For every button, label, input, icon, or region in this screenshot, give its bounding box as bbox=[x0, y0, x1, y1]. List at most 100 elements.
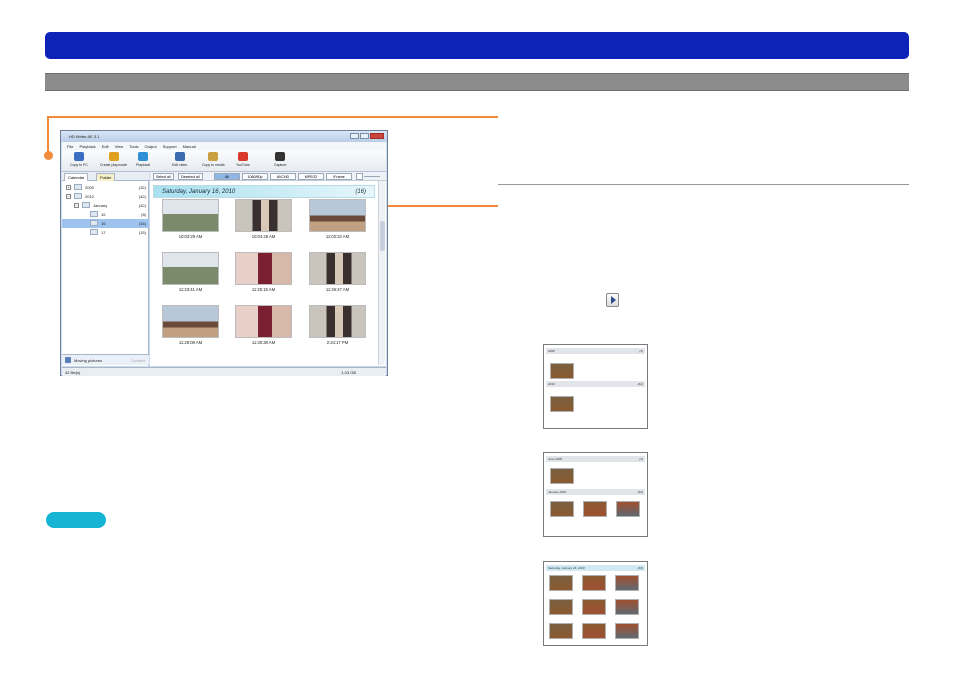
scrollbar[interactable] bbox=[378, 181, 385, 365]
preview-section-header: 2009 (1) bbox=[546, 348, 645, 354]
calendar-icon bbox=[90, 220, 98, 226]
tab-folder-label: Folder bbox=[100, 175, 112, 180]
filter-mpeg2[interactable]: MPEG2 bbox=[298, 173, 324, 180]
scrollbar-thumb[interactable] bbox=[380, 221, 385, 251]
toolbar-button-1[interactable]: Create playmovie bbox=[100, 152, 127, 167]
calendar-icon bbox=[74, 184, 82, 190]
date-header: Saturday, January 16, 2010 (16) bbox=[153, 185, 375, 198]
date-header-title: Saturday, January 16, 2010 bbox=[162, 189, 236, 195]
tab-folder[interactable]: Folder bbox=[96, 173, 116, 181]
thumbnail-time: 11:02:22 AM bbox=[325, 234, 350, 239]
tab-calendar[interactable]: Calendar bbox=[64, 173, 89, 181]
tree-item-count: (8) bbox=[141, 212, 146, 217]
filter-all[interactable]: All bbox=[214, 173, 240, 180]
tree-item-label: 2010 bbox=[85, 194, 94, 199]
contact-label: Contact bbox=[131, 358, 145, 363]
video-thumbnail[interactable] bbox=[309, 252, 366, 285]
tree-item-label: 15 bbox=[101, 212, 106, 217]
preview-section-count: (42) bbox=[637, 490, 643, 494]
maximize-button[interactable] bbox=[360, 133, 369, 139]
toolbar-button-3[interactable]: Edit video bbox=[172, 152, 187, 167]
note-badge bbox=[46, 512, 106, 528]
toolbar-icon bbox=[208, 152, 219, 161]
preview-section-title: January 2010 bbox=[548, 490, 567, 494]
preview-thumbnail bbox=[616, 501, 640, 517]
expand-icon[interactable]: + bbox=[66, 185, 71, 190]
tree-item-2009[interactable]: +2009 (32) bbox=[62, 183, 149, 192]
tree-item-15[interactable]: 15 (8) bbox=[62, 210, 149, 219]
menu-item-view[interactable]: View bbox=[115, 144, 124, 149]
preview-thumbnail bbox=[549, 575, 573, 591]
window-title: HD Writer AE 3.1 bbox=[69, 134, 100, 139]
minimize-button[interactable] bbox=[350, 133, 359, 139]
tree-item-17[interactable]: 17 (15) bbox=[62, 228, 149, 237]
toolbar-icon bbox=[237, 152, 248, 161]
date-header-count: (16) bbox=[355, 189, 366, 195]
toolbar-button-6[interactable]: Capture bbox=[274, 152, 286, 167]
toolbar-button-2[interactable]: Playback bbox=[136, 152, 150, 167]
filter-avchd[interactable]: AVCHD bbox=[270, 173, 296, 180]
video-thumbnail[interactable] bbox=[162, 305, 219, 338]
zoom-out-icon[interactable] bbox=[356, 173, 363, 180]
menu-item-edit[interactable]: Edit bbox=[102, 144, 109, 149]
video-thumbnail[interactable] bbox=[235, 199, 292, 232]
toolbar-icon bbox=[138, 152, 149, 161]
menu-item-manual[interactable]: Manual bbox=[183, 144, 196, 149]
thumbnail-time: 2:34:17 PM bbox=[326, 340, 349, 345]
play-icon[interactable] bbox=[606, 293, 619, 307]
toolbar-button-0[interactable]: Copy to PC bbox=[70, 152, 88, 167]
preview-day-view: Saturday, January 16, 2010 (16) bbox=[543, 561, 648, 646]
toolbar-icon bbox=[275, 152, 286, 161]
close-button[interactable] bbox=[370, 133, 384, 139]
thumbnail-time: 10:03:29 AM bbox=[178, 234, 203, 239]
toolbar-label: Capture bbox=[274, 163, 287, 167]
menu-item-file[interactable]: File bbox=[67, 144, 73, 149]
calendar-icon bbox=[82, 202, 90, 208]
video-thumbnail[interactable] bbox=[309, 199, 366, 232]
preview-thumbnail bbox=[550, 468, 574, 484]
video-thumbnail[interactable] bbox=[235, 252, 292, 285]
toolbar-button-5[interactable]: YouTube bbox=[236, 152, 250, 167]
filter-iframe[interactable]: iFrame bbox=[326, 173, 352, 180]
main-panel: Select all Deselect all All 1080/60p AVCHD MP… bbox=[150, 172, 386, 366]
expand-icon[interactable]: − bbox=[66, 194, 71, 199]
preview-thumbnail bbox=[583, 501, 607, 517]
toolbar: Copy to PC Create playmovie Playback Edit v… bbox=[62, 150, 386, 172]
expand-icon[interactable]: − bbox=[74, 203, 79, 208]
video-thumbnail[interactable] bbox=[235, 305, 292, 338]
moving-pictures-bar[interactable]: Moving pictures Contact bbox=[62, 354, 149, 365]
toolbar-label: Edit video bbox=[172, 163, 188, 167]
deselect-all-button[interactable]: Deselect all bbox=[178, 173, 203, 180]
preview-section-header: June 2009 (1) bbox=[546, 456, 645, 462]
menu-item-support[interactable]: Support bbox=[163, 144, 177, 149]
select-all-button[interactable]: Select all bbox=[153, 173, 174, 180]
preview-section-count: (16) bbox=[637, 566, 643, 570]
tree-item-2010[interactable]: − 2010 (42) bbox=[62, 192, 149, 201]
toolbar-label: Copy to PC bbox=[70, 163, 88, 167]
zoom-slider[interactable] bbox=[364, 176, 380, 177]
tree-item-16[interactable]: 16 (16) bbox=[62, 219, 149, 228]
thumbnail-time: 11:23:41 AM bbox=[178, 287, 203, 292]
video-thumbnail[interactable] bbox=[162, 199, 219, 232]
tree-item-january[interactable]: − January (42) bbox=[62, 201, 149, 210]
menu-item-playback[interactable]: Playback bbox=[79, 144, 95, 149]
preview-thumbnail bbox=[615, 599, 639, 615]
tree-item-count: (32) bbox=[138, 185, 146, 190]
video-thumbnail[interactable] bbox=[309, 305, 366, 338]
preview-section-header: Saturday, January 16, 2010 (16) bbox=[546, 565, 645, 571]
tree-item-label: 16 bbox=[101, 221, 106, 226]
menu-item-tools[interactable]: Tools bbox=[129, 144, 138, 149]
thumbnail-time: 11:28:08 AM bbox=[178, 340, 203, 345]
toolbar-icon bbox=[108, 152, 119, 161]
menu-item-output[interactable]: Output bbox=[145, 144, 157, 149]
tab-calendar-label: Calendar bbox=[68, 175, 85, 180]
divider-line bbox=[498, 184, 909, 185]
toolbar-button-4[interactable]: Copy to media bbox=[202, 152, 225, 167]
preview-thumbnail bbox=[550, 396, 574, 412]
preview-month-view: June 2009 (1) January 2010 (42) bbox=[543, 452, 648, 537]
preview-section-title: 2009 bbox=[548, 349, 555, 353]
preview-section-title: June 2009 bbox=[548, 457, 563, 461]
thumbnail-time: 11:25:15 AM bbox=[251, 287, 276, 292]
video-thumbnail[interactable] bbox=[162, 252, 219, 285]
filter-108060p[interactable]: 1080/60p bbox=[242, 173, 268, 180]
